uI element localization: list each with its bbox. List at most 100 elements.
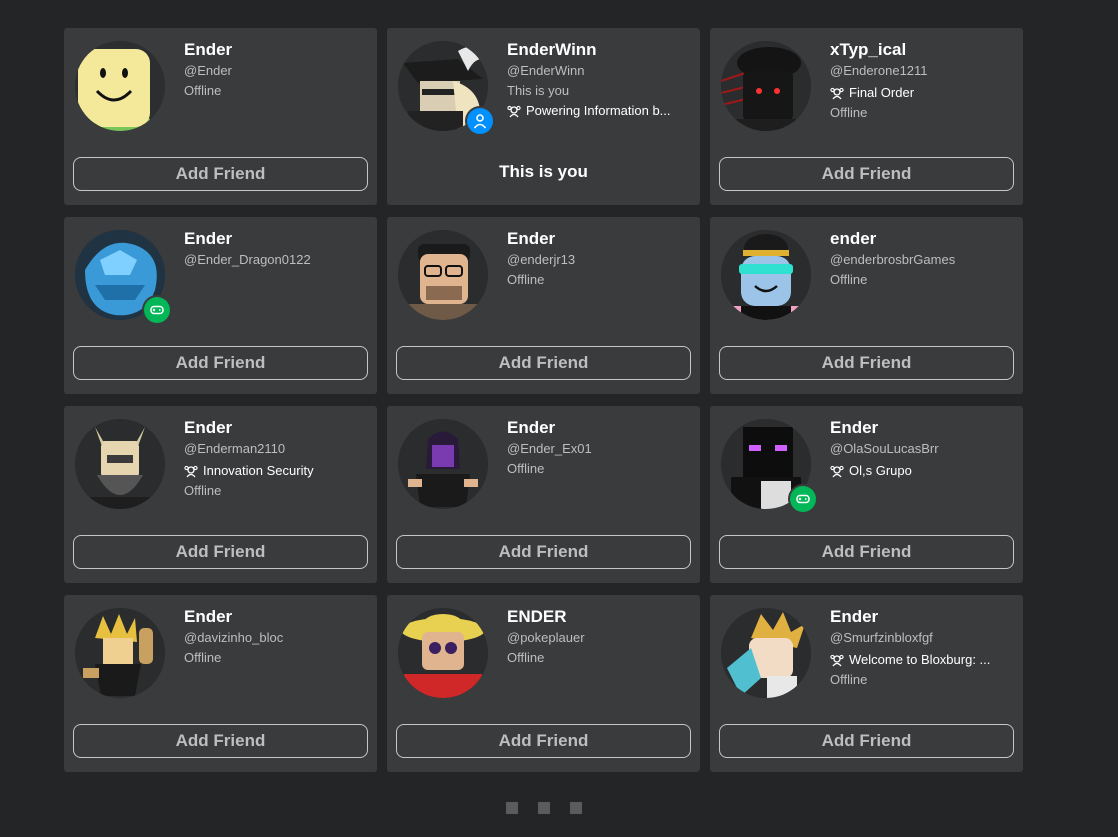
presence-status: Offline [507,461,545,476]
group-name: Final Order [849,85,915,100]
add-friend-button[interactable]: Add Friend [719,724,1014,758]
blonde-anime-avatar[interactable] [721,608,811,698]
group-icon [830,654,844,667]
username: @Enderone1211 [830,63,928,78]
user-card[interactable]: Ender @Ender_Ex01 Offline Add Friend [387,406,700,583]
group-name: Ol,s Grupo [849,463,912,478]
add-friend-button[interactable]: Add Friend [73,724,368,758]
group-affiliation[interactable]: Ol,s Grupo [830,460,1013,482]
visor-avatar[interactable] [721,230,811,320]
username: @Ender_Ex01 [507,441,592,456]
in-game-badge-icon [790,486,816,512]
display-name[interactable]: Ender [830,418,1013,438]
user-card[interactable]: Ender @Ender_Dragon0122 Add Friend [64,217,377,394]
username: @Enderman2110 [184,441,286,456]
horned-helmet-avatar[interactable] [75,419,165,509]
group-icon [507,105,521,118]
display-name[interactable]: Ender [507,418,690,438]
display-name[interactable]: Ender [830,607,1013,627]
add-friend-button[interactable]: Add Friend [396,724,691,758]
user-card[interactable]: Ender @enderjr13 Offline Add Friend [387,217,700,394]
user-info: ender @enderbrosbrGames Offline [830,229,1013,289]
display-name[interactable]: Ender [507,229,690,249]
group-name: Welcome to Bloxburg: ... [849,652,991,667]
user-info: Ender @Smurfzinbloxfgf Welcome to Bloxbu… [830,607,1013,689]
display-name[interactable]: ENDER [507,607,690,627]
user-info: Ender @davizinho_bloc Offline [184,607,367,667]
group-icon [830,87,844,100]
group-affiliation[interactable]: Final Order [830,82,1013,104]
self-indicator: This is you [507,83,570,98]
user-info: Ender @Ender_Ex01 Offline [507,418,690,478]
user-results-grid: Ender @Ender Offline Add Friend EnderWin… [64,28,1023,772]
user-card[interactable]: Ender @Ender Offline Add Friend [64,28,377,205]
display-name[interactable]: Ender [184,40,367,60]
add-friend-button[interactable]: Add Friend [719,535,1014,569]
purple-hood-avatar[interactable] [398,419,488,509]
group-affiliation[interactable]: Welcome to Bloxburg: ... [830,649,1013,671]
user-card[interactable]: EnderWinn @EnderWinn This is you Powerin… [387,28,700,205]
group-affiliation[interactable]: Powering Information b... [507,100,690,122]
username: @davizinho_bloc [184,630,284,645]
user-info: Ender @Ender Offline [184,40,367,100]
add-friend-button[interactable]: Add Friend [719,346,1014,380]
user-card[interactable]: Ender @OlaSouLucasBrr Ol,s Grupo Add Fri… [710,406,1023,583]
straw-hat-avatar[interactable] [398,608,488,698]
user-info: Ender @Ender_Dragon0122 [184,229,367,271]
pager-dot[interactable] [506,802,518,814]
username: @enderjr13 [507,252,576,267]
username: @EnderWinn [507,63,585,78]
loading-pager [506,802,582,814]
user-info: Ender @OlaSouLucasBrr Ol,s Grupo [830,418,1013,482]
user-info: Ender @enderjr13 Offline [507,229,690,289]
user-card[interactable]: ender @enderbrosbrGames Offline Add Frie… [710,217,1023,394]
username: @OlaSouLucasBrr [830,441,939,456]
display-name[interactable]: Ender [184,607,367,627]
presence-status: Offline [830,672,868,687]
display-name[interactable]: Ender [184,418,367,438]
username: @Ender_Dragon0122 [184,252,311,267]
add-friend-button[interactable]: Add Friend [396,535,691,569]
add-friend-button[interactable]: Add Friend [73,535,368,569]
display-name[interactable]: Ender [184,229,367,249]
user-card[interactable]: Ender @Enderman2110 Innovation Security … [64,406,377,583]
username: @pokeplauer [507,630,585,645]
pager-dot[interactable] [538,802,550,814]
group-icon [830,465,844,478]
noob-face-avatar[interactable] [75,41,165,131]
add-friend-button[interactable]: Add Friend [396,346,691,380]
black-mask-avatar[interactable] [721,41,811,131]
presence-status: Offline [507,272,545,287]
group-name: Powering Information b... [526,103,671,118]
this-is-you-label: This is you [499,162,588,181]
group-affiliation[interactable]: Innovation Security [184,460,367,482]
user-info: xTyp_ical @Enderone1211 Final Order Offl… [830,40,1013,122]
group-name: Innovation Security [203,463,314,478]
presence-status: Offline [830,272,868,287]
add-friend-button[interactable]: Add Friend [73,346,368,380]
add-friend-button[interactable]: Add Friend [719,157,1014,191]
in-game-badge-icon [144,297,170,323]
add-friend-button[interactable]: Add Friend [73,157,368,191]
presence-status: Offline [507,650,545,665]
glasses-beard-avatar[interactable] [398,230,488,320]
display-name[interactable]: ender [830,229,1013,249]
presence-status: Offline [184,483,222,498]
username: @Smurfzinbloxfgf [830,630,933,645]
user-info: Ender @Enderman2110 Innovation Security … [184,418,367,500]
golden-hair-avatar[interactable] [75,608,165,698]
username: @Ender [184,63,232,78]
user-card[interactable]: ENDER @pokeplauer Offline Add Friend [387,595,700,772]
display-name[interactable]: EnderWinn [507,40,690,60]
pager-dot[interactable] [570,802,582,814]
user-info: ENDER @pokeplauer Offline [507,607,690,667]
user-card[interactable]: xTyp_ical @Enderone1211 Final Order Offl… [710,28,1023,205]
group-icon [184,465,198,478]
presence-status: Offline [184,83,222,98]
user-info: EnderWinn @EnderWinn This is you Powerin… [507,40,690,122]
presence-status: Offline [830,105,868,120]
user-card[interactable]: Ender @Smurfzinbloxfgf Welcome to Bloxbu… [710,595,1023,772]
display-name[interactable]: xTyp_ical [830,40,1013,60]
you-badge-icon [467,108,493,134]
user-card[interactable]: Ender @davizinho_bloc Offline Add Friend [64,595,377,772]
